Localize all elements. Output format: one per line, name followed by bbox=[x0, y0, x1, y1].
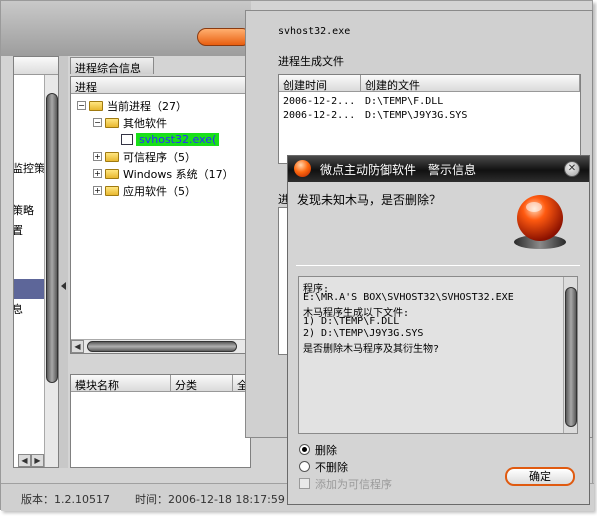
left-nav-panel: 监控策 策略 置 息 ◀ ▶ bbox=[13, 56, 59, 468]
column-created-file[interactable]: 创建的文件 bbox=[361, 75, 580, 92]
column-created-time[interactable]: 创建时间 bbox=[279, 75, 361, 92]
tree-node-svhost32[interactable]: svhost32.exe( bbox=[121, 131, 220, 148]
collapse-icon[interactable]: − bbox=[93, 118, 102, 127]
collapse-arrow-icon[interactable] bbox=[61, 282, 66, 290]
left-nav-header bbox=[14, 57, 58, 75]
left-nav-scroll-right-icon[interactable]: ▶ bbox=[31, 454, 44, 467]
generated-files-list: 创建时间 创建的文件 2006-12-2... D:\TEMP\F.DLL 20… bbox=[278, 74, 581, 164]
message-scrollbar[interactable] bbox=[563, 277, 577, 433]
tree-hscroll-thumb[interactable] bbox=[87, 341, 237, 352]
nav-item-monitor[interactable]: 监控策 bbox=[14, 160, 45, 176]
folder-icon bbox=[105, 185, 119, 196]
nav-item-selected[interactable] bbox=[14, 279, 46, 299]
left-nav-scroll-left-icon[interactable]: ◀ bbox=[18, 454, 31, 467]
tree-node-label: 当前进程（27） bbox=[107, 99, 187, 113]
alert-title: 微点主动防御软件 警示信息 bbox=[320, 163, 477, 177]
version-text: 版本：1.2.10517 bbox=[21, 493, 110, 506]
folder-icon bbox=[105, 168, 119, 179]
folder-open-icon bbox=[105, 117, 119, 128]
expand-icon[interactable]: + bbox=[93, 169, 102, 178]
app-logo-icon bbox=[294, 160, 311, 177]
ok-button[interactable]: 确定 bbox=[505, 467, 575, 486]
left-nav-scrollbar[interactable] bbox=[44, 75, 58, 467]
folder-open-icon bbox=[89, 100, 103, 111]
folder-icon bbox=[105, 151, 119, 162]
toolbar-orange-button[interactable] bbox=[197, 28, 251, 46]
alert-message-box: 程序: E:\MR.A'S BOX\SVHOST32\SVHOST32.EXE … bbox=[298, 276, 578, 434]
tree-node-apps[interactable]: + 应用软件（5） bbox=[93, 182, 196, 199]
column-module-name[interactable]: 模块名称 bbox=[71, 375, 171, 392]
module-list-panel: 模块名称 分类 全 bbox=[70, 374, 251, 468]
alert-title-bar[interactable]: 微点主动防御软件 警示信息 ✕ bbox=[288, 156, 589, 182]
scroll-left-icon[interactable]: ◀ bbox=[71, 340, 84, 353]
center-panel: 进程综合信息 进程 − 当前进程（27） − 其他软件 svhost32.exe( … bbox=[68, 56, 251, 468]
tree-hscrollbar[interactable]: ◀ bbox=[71, 339, 250, 353]
process-tree-header[interactable]: 进程 bbox=[71, 77, 250, 94]
tree-node-current[interactable]: − 当前进程（27） bbox=[77, 97, 187, 114]
close-icon[interactable]: ✕ bbox=[564, 161, 580, 177]
tree-node-label: 可信程序（5） bbox=[123, 150, 196, 164]
nav-item-policy[interactable]: 策略 bbox=[14, 202, 34, 218]
process-name: svhost32.exe bbox=[278, 26, 351, 37]
file-row-time: 2006-12-2... bbox=[283, 110, 356, 121]
file-row-time: 2006-12-2... bbox=[283, 96, 356, 107]
collapse-icon[interactable]: − bbox=[77, 101, 86, 110]
expand-icon[interactable]: + bbox=[93, 186, 102, 195]
radio-no-delete-label[interactable]: 不删除 bbox=[315, 459, 348, 475]
left-nav-scroll-thumb[interactable] bbox=[46, 93, 58, 383]
alert-divider bbox=[296, 265, 580, 266]
message-line: 1) D:\TEMP\F.DLL bbox=[303, 316, 400, 327]
expand-icon[interactable]: + bbox=[93, 152, 102, 161]
section-generated-files: 进程生成文件 bbox=[278, 55, 344, 68]
warning-light-icon bbox=[514, 195, 566, 249]
tree-node-other[interactable]: − 其他软件 bbox=[93, 114, 167, 131]
column-category[interactable]: 分类 bbox=[171, 375, 233, 392]
message-line: 2) D:\TEMP\J9Y3G.SYS bbox=[303, 328, 424, 339]
add-trusted-label: 添加为可信程序 bbox=[315, 478, 392, 491]
tree-node-label: Windows 系统（17） bbox=[123, 167, 234, 181]
message-line: E:\MR.A'S BOX\SVHOST32\SVHOST32.EXE bbox=[303, 292, 514, 303]
add-trusted-checkbox[interactable] bbox=[299, 478, 310, 489]
alert-question: 发现未知木马，是否删除？ bbox=[297, 193, 442, 207]
tree-node-label: svhost32.exe( bbox=[136, 133, 220, 146]
tab-process-info[interactable]: 进程综合信息 bbox=[70, 57, 154, 75]
radio-delete[interactable] bbox=[299, 444, 310, 455]
tree-node-windows[interactable]: + Windows 系统（17） bbox=[93, 165, 234, 182]
file-row-name: D:\TEMP\F.DLL bbox=[365, 96, 444, 107]
main-toolbar-area bbox=[1, 1, 251, 56]
program-icon bbox=[121, 134, 133, 145]
nav-item-settings[interactable]: 置 bbox=[14, 222, 23, 238]
message-line: 是否删除木马程序及其衍生物? bbox=[303, 344, 440, 355]
time-text: 时间：2006-12-18 18:17:59 bbox=[135, 493, 285, 506]
process-tree-panel: 进程 − 当前进程（27） − 其他软件 svhost32.exe( + 可信程序（5… bbox=[70, 76, 251, 354]
tree-node-trusted[interactable]: + 可信程序（5） bbox=[93, 148, 196, 165]
message-scroll-thumb[interactable] bbox=[565, 287, 577, 427]
tree-node-label: 应用软件（5） bbox=[123, 184, 196, 198]
file-row-name: D:\TEMP\J9Y3G.SYS bbox=[365, 110, 468, 121]
radio-delete-label[interactable]: 删除 bbox=[315, 442, 337, 458]
radio-no-delete[interactable] bbox=[299, 461, 310, 472]
nav-item-info[interactable]: 息 bbox=[14, 301, 23, 317]
alert-dialog: 微点主动防御软件 警示信息 ✕ 发现未知木马，是否删除？ 程序: E:\MR.A… bbox=[287, 155, 590, 505]
tree-node-label: 其他软件 bbox=[123, 116, 167, 130]
